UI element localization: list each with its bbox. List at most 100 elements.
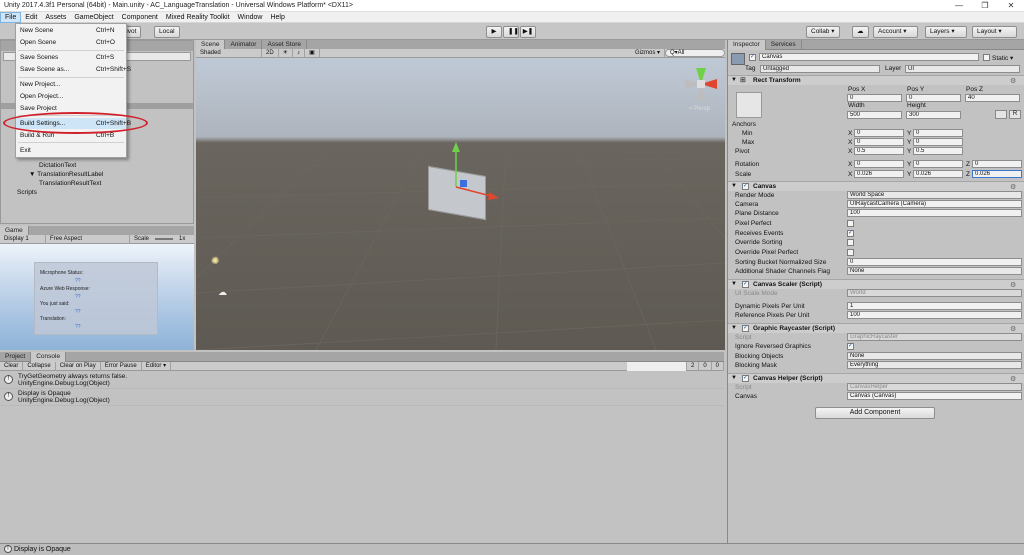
component-enabled-checkbox[interactable]: ✓	[742, 325, 749, 332]
error-count[interactable]: 0	[712, 361, 724, 371]
graphic-raycaster-header[interactable]: ▼ ✓ Graphic Raycaster (Script) ⚙	[728, 323, 1024, 333]
hierarchy-item-dictationtext[interactable]: DictationText	[39, 162, 76, 169]
anchor-max-x-field[interactable]: 0	[854, 138, 904, 146]
audio-source-icon[interactable]: ☁	[218, 287, 227, 298]
gizmos-dropdown[interactable]: Gizmos ▾	[631, 48, 665, 58]
warning-count[interactable]: 0	[699, 361, 712, 371]
lighting-icon[interactable]: ☀	[279, 48, 294, 58]
anchor-preset-icon[interactable]	[736, 92, 762, 118]
component-enabled-checkbox[interactable]: ✓	[742, 375, 749, 382]
shader-channels-dropdown[interactable]: None	[847, 267, 1022, 275]
gear-icon[interactable]: ⚙	[1010, 183, 1016, 191]
pixel-perfect-checkbox[interactable]	[847, 220, 854, 227]
foldout-arrow-icon[interactable]: ▼	[731, 325, 737, 331]
anchor-max-y-field[interactable]: 0	[913, 138, 963, 146]
foldout-arrow-icon[interactable]: ▼	[731, 281, 737, 287]
layer-dropdown[interactable]: UI	[905, 65, 1020, 73]
menu-item-save-scenes[interactable]: Save Scenes Ctrl+S	[16, 52, 126, 63]
rotation-x-field[interactable]: 0	[854, 160, 904, 168]
audio-icon[interactable]: ♪	[293, 48, 306, 58]
tag-dropdown[interactable]: Untagged	[760, 65, 880, 73]
orientation-gizmo-icon[interactable]	[681, 64, 721, 104]
move-gizmo[interactable]	[196, 58, 725, 350]
canvas-helper-header[interactable]: ▼ ✓ Canvas Helper (Script) ⚙	[728, 373, 1024, 383]
menu-item-open-scene[interactable]: Open Scene Ctrl+O	[16, 37, 126, 48]
posz-field[interactable]: 40	[965, 94, 1020, 102]
plane-distance-field[interactable]: 100	[847, 209, 1022, 217]
static-dropdown[interactable]: Static ▾	[992, 54, 1013, 62]
sorting-bucket-field[interactable]: 0	[847, 258, 1022, 266]
foldout-arrow-icon[interactable]: ▼	[731, 77, 737, 83]
raw-edit-button[interactable]: R	[1009, 110, 1021, 119]
posy-field[interactable]: 0	[906, 94, 961, 102]
maximize-button[interactable]: ❐	[972, 0, 998, 12]
posx-field[interactable]: 0	[847, 94, 902, 102]
step-button[interactable]: ▶❚	[520, 26, 536, 38]
collapse-toggle[interactable]: Collapse	[23, 361, 56, 371]
tab-services[interactable]: Services	[766, 39, 802, 50]
gear-icon[interactable]: ⚙	[1010, 77, 1016, 85]
foldout-arrow-icon[interactable]: ▼	[731, 375, 737, 381]
anchors-foldout[interactable]: Anchors	[732, 121, 756, 128]
blocking-objects-dropdown[interactable]: None	[847, 352, 1022, 360]
light-icon[interactable]: ✺	[211, 256, 219, 267]
static-checkbox[interactable]	[983, 54, 990, 61]
anchor-min-x-field[interactable]: 0	[854, 129, 904, 137]
menu-item-new-scene[interactable]: New Scene Ctrl+N	[16, 25, 126, 36]
persp-label[interactable]: < Persp	[689, 106, 710, 112]
hierarchy-item-translationresulttext[interactable]: TranslationResultText	[39, 180, 101, 187]
menu-gameobject[interactable]: GameObject	[70, 12, 117, 23]
close-button[interactable]: ✕	[998, 0, 1024, 12]
height-field[interactable]: 300	[906, 111, 961, 119]
menu-help[interactable]: Help	[266, 12, 288, 23]
menu-item-save-scene-as[interactable]: Save Scene as... Ctrl+Shift+S	[16, 64, 131, 75]
rotation-z-field[interactable]: 0	[972, 160, 1022, 168]
account-dropdown[interactable]: Account ▾	[873, 26, 918, 38]
menu-item-new-project[interactable]: New Project...	[16, 79, 126, 90]
menu-item-open-project[interactable]: Open Project...	[16, 91, 126, 102]
rect-transform-header[interactable]: ▼ ⊞ Rect Transform ⚙	[728, 75, 1024, 85]
component-enabled-checkbox[interactable]: ✓	[742, 183, 749, 190]
tab-project[interactable]: Project	[0, 351, 32, 362]
ignore-reversed-checkbox[interactable]: ✓	[847, 343, 854, 350]
tab-inspector[interactable]: Inspector	[728, 39, 766, 50]
canvas-field[interactable]: Canvas (Canvas)	[847, 392, 1022, 400]
override-pixel-perfect-checkbox[interactable]	[847, 249, 854, 256]
blueprint-button[interactable]	[995, 110, 1007, 119]
scale-x-field[interactable]: 0.026	[854, 170, 904, 178]
canvas-scaler-header[interactable]: ▼ ✓ Canvas Scaler (Script) ⚙	[728, 279, 1024, 289]
override-sorting-checkbox[interactable]	[847, 239, 854, 246]
pivot-y-field[interactable]: 0.5	[913, 147, 963, 155]
editor-dropdown[interactable]: Editor ▾	[142, 361, 172, 371]
canvas-component-header[interactable]: ▼ ✓ Canvas ⚙	[728, 181, 1024, 191]
shading-mode-dropdown[interactable]: Shaded	[196, 48, 262, 58]
menu-window[interactable]: Window	[234, 12, 267, 23]
gear-icon[interactable]: ⚙	[1010, 325, 1016, 333]
hierarchy-item-scripts[interactable]: Scripts	[17, 189, 37, 196]
menu-item-exit[interactable]: Exit	[16, 145, 126, 156]
menu-component[interactable]: Component	[118, 12, 162, 23]
active-checkbox[interactable]: ✓	[749, 54, 756, 61]
width-field[interactable]: 500	[847, 111, 902, 119]
blocking-mask-dropdown[interactable]: Everything	[847, 361, 1022, 369]
anchor-min-y-field[interactable]: 0	[913, 129, 963, 137]
scale-slider[interactable]	[155, 238, 174, 240]
console-search-input[interactable]	[626, 361, 687, 371]
hierarchy-item-translationresultlabel[interactable]: ▼ TranslationResultLabel	[29, 171, 103, 178]
local-toggle[interactable]: Local	[154, 26, 180, 38]
log-count[interactable]: 2	[687, 361, 700, 371]
gear-icon[interactable]: ⚙	[1010, 375, 1016, 383]
menu-mixed-reality-toolkit[interactable]: Mixed Reality Toolkit	[162, 12, 234, 23]
menu-edit[interactable]: Edit	[21, 12, 41, 23]
display-dropdown[interactable]: Display 1	[0, 234, 46, 244]
pivot-x-field[interactable]: 0.5	[854, 147, 904, 155]
game-view[interactable]: Microphone Status: ?? Azure Web Response…	[0, 244, 194, 350]
collab-dropdown[interactable]: Collab ▾	[806, 26, 840, 38]
foldout-arrow-icon[interactable]: ▼	[731, 183, 737, 189]
mode-2d-toggle[interactable]: 2D	[262, 48, 279, 58]
menu-file[interactable]: File	[0, 11, 22, 23]
console-row[interactable]: ! TryGetGeometry always returns false. U…	[0, 372, 724, 389]
camera-field[interactable]: UIRaycastCamera (Camera)	[847, 200, 1022, 208]
gear-icon[interactable]: ⚙	[1010, 281, 1016, 289]
receives-events-checkbox[interactable]: ✓	[847, 230, 854, 237]
